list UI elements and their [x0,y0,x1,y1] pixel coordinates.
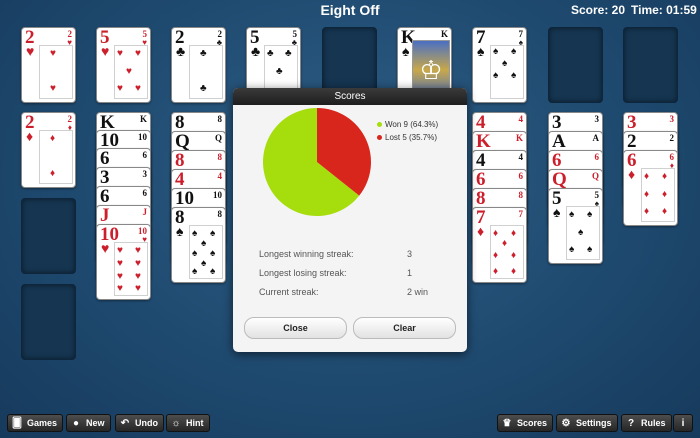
time-display: Time: 01:59 [631,3,697,17]
card-7-diamonds[interactable]: 7 ♦ 7 ♦ ♦ ♦ ♦ ♦ ♦ ♦ [472,207,527,283]
stat-label: Longest losing streak: [259,268,347,278]
legend-lost: Lost 5 (35.7%) [377,133,437,142]
tableau-empty-slot[interactable] [21,284,76,360]
legend-won: Won 9 (64.3%) [377,120,438,129]
crown-icon: ♛ [502,418,512,429]
close-button[interactable]: Close [244,317,347,339]
card-7-spades[interactable]: 7 ♠ 7 ♠ ♠ ♠ ♠ ♠ ♠ [472,27,527,103]
dialog-title: Scores [233,88,467,105]
lost-dot-icon [377,135,382,141]
gear-icon: ⚙ [561,418,571,429]
card-2-clubs[interactable]: 2 ♣ 2 ♣ ♣ ♣ [171,27,226,103]
card-6-diamonds-bottom[interactable]: 6 ♦ 6 ♦ ♦ ♦ ♦ ♦ ♦ ♦ [623,150,678,226]
stat-value: 2 win [407,287,429,297]
score-display: Score: 20 [571,3,626,17]
clear-button[interactable]: Clear [353,317,456,339]
circle-icon: ● [72,418,80,429]
card-5-spades[interactable]: 5 ♠ 5 ♠ ♠ ♠ ♠ ♠ ♠ [548,188,603,264]
lightbulb-icon: ☼ [171,418,181,429]
won-dot-icon [377,122,382,128]
rules-button[interactable]: ? Rules [621,414,672,432]
settings-button[interactable]: ⚙ Settings [556,414,618,432]
scores-dialog: Scores Won 9 (64.3%) Lost 5 (35.7%) Long… [233,88,467,352]
info-button[interactable]: i [673,414,693,432]
stat-label: Current streak: [259,287,319,297]
stat-label: Longest winning streak: [259,249,354,259]
foundation-slot[interactable] [548,27,603,103]
new-button[interactable]: ● New [66,414,111,432]
card-2-hearts[interactable]: 2 ♥ 2 ♥ ♥ ♥ [21,27,76,103]
card-8-spades-bottom[interactable]: 8 ♠ 8 ♠ ♠ ♠ ♠ ♠ ♠ ♠ ♠ [171,207,226,283]
games-button[interactable]: 🂠 Games [7,414,64,432]
undo-button[interactable]: ↶ Undo [115,414,164,432]
card-2-diamonds[interactable]: 2 ♦ 2 ♦ ♦ ♦ [21,112,76,188]
undo-arrow-icon: ↶ [120,418,130,429]
question-icon: ? [627,418,635,429]
card-5-hearts[interactable]: 5 ♥ 5 ♥ ♥ ♥ ♥ ♥ ♥ [96,27,151,103]
stat-value: 3 [407,249,413,259]
scores-button[interactable]: ♛ Scores [497,414,554,432]
hint-button[interactable]: ☼ Hint [166,414,210,432]
card-10-hearts[interactable]: 10 ♥ 10 ♥ ♥ ♥ ♥ ♥ ♥ ♥ ♥ ♥ [96,224,151,300]
tableau-empty-slot[interactable] [21,198,76,274]
foundation-slot[interactable] [623,27,678,103]
info-icon: i [681,418,685,429]
stat-value: 1 [407,268,413,278]
cards-icon: 🂠 [11,418,23,429]
